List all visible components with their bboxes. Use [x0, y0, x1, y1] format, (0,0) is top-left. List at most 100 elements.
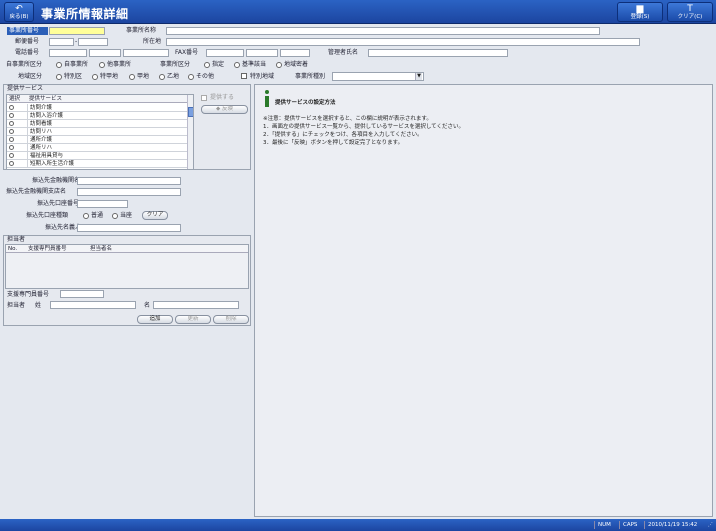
self-class-radio-own[interactable]: [56, 62, 62, 68]
account-no-input[interactable]: [77, 200, 128, 208]
clear-button[interactable]: T クリア(C): [667, 2, 713, 22]
account-no-label: 振込先口座番号: [37, 200, 80, 207]
surname-label: 姓: [35, 302, 42, 309]
list-item[interactable]: 通所介護: [7, 136, 187, 144]
services-col-select: 選択: [9, 96, 21, 102]
staff-col-name: 担当者名: [90, 246, 113, 252]
staff-grid-header: No. 支援専門員番号 担当者名: [6, 245, 248, 253]
designation-radio-standard[interactable]: [234, 62, 240, 68]
support-no-label: 支援専門員番号: [7, 291, 50, 298]
service-radio[interactable]: [9, 153, 14, 158]
list-item[interactable]: 訪問看護: [7, 120, 187, 128]
region-option-2: 特甲地: [100, 73, 119, 80]
staff-col-support-no: 支援専門員番号: [28, 246, 67, 252]
scrollbar-thumb[interactable]: [188, 107, 193, 117]
account-type-radio-ordinary[interactable]: [83, 213, 89, 219]
region-radio-4[interactable]: [159, 74, 165, 80]
update-button[interactable]: 更新: [175, 315, 211, 324]
region-option-5: その他: [196, 73, 215, 80]
provide-checkbox[interactable]: [201, 95, 207, 101]
region-radio-1[interactable]: [56, 74, 62, 80]
save-button[interactable]: ▆ 登録(S): [617, 2, 663, 22]
phone-3-input[interactable]: [123, 49, 169, 57]
holder-label: 振込先名義人: [45, 224, 82, 231]
service-radio[interactable]: [9, 145, 14, 150]
service-radio[interactable]: [9, 137, 14, 142]
surname-input[interactable]: [50, 301, 136, 309]
fax-2-input[interactable]: [246, 49, 278, 57]
back-button[interactable]: ↶ 戻る(B): [4, 2, 34, 22]
list-item[interactable]: 福祉用具貸与: [7, 152, 187, 160]
reflect-button[interactable]: ◆ 反映: [201, 105, 248, 114]
region-radio-2[interactable]: [92, 74, 98, 80]
services-panel: 提供サービス 選択 提供サービス 訪問介護 訪問入浴介護 訪問看護 訪問リハ 通…: [3, 84, 251, 170]
postal-code-1-input[interactable]: [49, 38, 74, 46]
postal-code-2-input[interactable]: [78, 38, 108, 46]
address-input[interactable]: [166, 38, 640, 46]
given-name-input[interactable]: [153, 301, 239, 309]
service-radio[interactable]: [9, 121, 14, 126]
title-bar: ↶ 戻る(B) 事業所情報詳細 ▆ 登録(S) T クリア(C): [0, 0, 716, 24]
service-radio[interactable]: [9, 105, 14, 110]
bank-name-input[interactable]: [77, 177, 181, 185]
phone-1-input[interactable]: [49, 49, 87, 57]
status-bar: NUM CAPS 2010/11/19 15:42 ⋰: [0, 519, 716, 531]
status-caps: CAPS: [619, 521, 643, 529]
account-type-radio-current[interactable]: [112, 213, 118, 219]
support-no-input[interactable]: [60, 290, 104, 298]
list-item[interactable]: 短期入所生活介護: [7, 160, 187, 168]
service-radio[interactable]: [9, 161, 14, 166]
services-list: 選択 提供サービス 訪問介護 訪問入浴介護 訪問看護 訪問リハ 通所介護 通所リ…: [6, 94, 194, 170]
special-region-label: 特別地域: [250, 73, 275, 80]
add-button[interactable]: 追加: [137, 315, 173, 324]
self-class-radio-other[interactable]: [99, 62, 105, 68]
info-line-1: ※注意：提供サービスを選択すると、この欄に説明が表示されます。: [263, 116, 432, 122]
designation-radio-designated[interactable]: [204, 62, 210, 68]
service-radio[interactable]: [9, 129, 14, 134]
fax-1-input[interactable]: [206, 49, 244, 57]
designation-radio-community[interactable]: [276, 62, 282, 68]
account-type-ordinary: 普通: [91, 212, 104, 219]
region-radio-3[interactable]: [129, 74, 135, 80]
window-title: 事業所情報詳細: [41, 7, 129, 21]
branch-label: 振込先金融機関支店名: [6, 188, 67, 195]
special-region-checkbox[interactable]: [241, 73, 247, 79]
chevron-down-icon: ▼: [415, 73, 422, 80]
office-type-select[interactable]: ▼: [332, 72, 424, 81]
info-line-2: 1．画面左の提供サービス一覧から、提供しているサービスを選択してください。: [263, 124, 465, 130]
office-type-label: 事業所種別: [295, 73, 326, 80]
services-col-service: 提供サービス: [29, 96, 63, 102]
services-list-header: 選択 提供サービス: [7, 95, 187, 103]
phone-label: 電話番号: [15, 49, 40, 56]
services-section-label: 提供サービス: [7, 85, 44, 92]
office-name-input[interactable]: [166, 27, 600, 35]
manager-input[interactable]: [368, 49, 508, 57]
designation-option-standard: 基準該当: [242, 61, 267, 68]
list-item[interactable]: 訪問介護: [7, 104, 187, 112]
staff-col-no: No.: [8, 246, 18, 252]
status-datetime: 2010/11/19 15:42: [644, 521, 706, 529]
list-item[interactable]: 訪問入浴介護: [7, 112, 187, 120]
delete-button[interactable]: 削除: [213, 315, 249, 324]
resize-grip-icon[interactable]: ⋰: [708, 522, 714, 529]
service-radio[interactable]: [9, 113, 14, 118]
back-label: 戻る(B): [9, 14, 29, 20]
fax-3-input[interactable]: [280, 49, 310, 57]
phone-2-input[interactable]: [89, 49, 121, 57]
account-type-clear-button[interactable]: クリア: [142, 211, 168, 220]
region-radio-5[interactable]: [188, 74, 194, 80]
holder-input[interactable]: [77, 224, 181, 232]
designation-option-designated: 指定: [212, 61, 225, 68]
branch-input[interactable]: [77, 188, 181, 196]
address-label: 所在地: [143, 38, 162, 45]
office-number-input[interactable]: [49, 27, 105, 35]
office-number-label: 事業所番号: [9, 27, 40, 34]
self-class-option-other: 他事業所: [107, 61, 132, 68]
status-num: NUM: [594, 521, 618, 529]
person-label: 担当者: [7, 302, 26, 309]
list-item[interactable]: 通所リハ: [7, 144, 187, 152]
fax-label: FAX番号: [175, 49, 199, 56]
list-item[interactable]: 訪問リハ: [7, 128, 187, 136]
services-scrollbar[interactable]: [187, 95, 193, 169]
office-name-label: 事業所名称: [126, 27, 157, 34]
